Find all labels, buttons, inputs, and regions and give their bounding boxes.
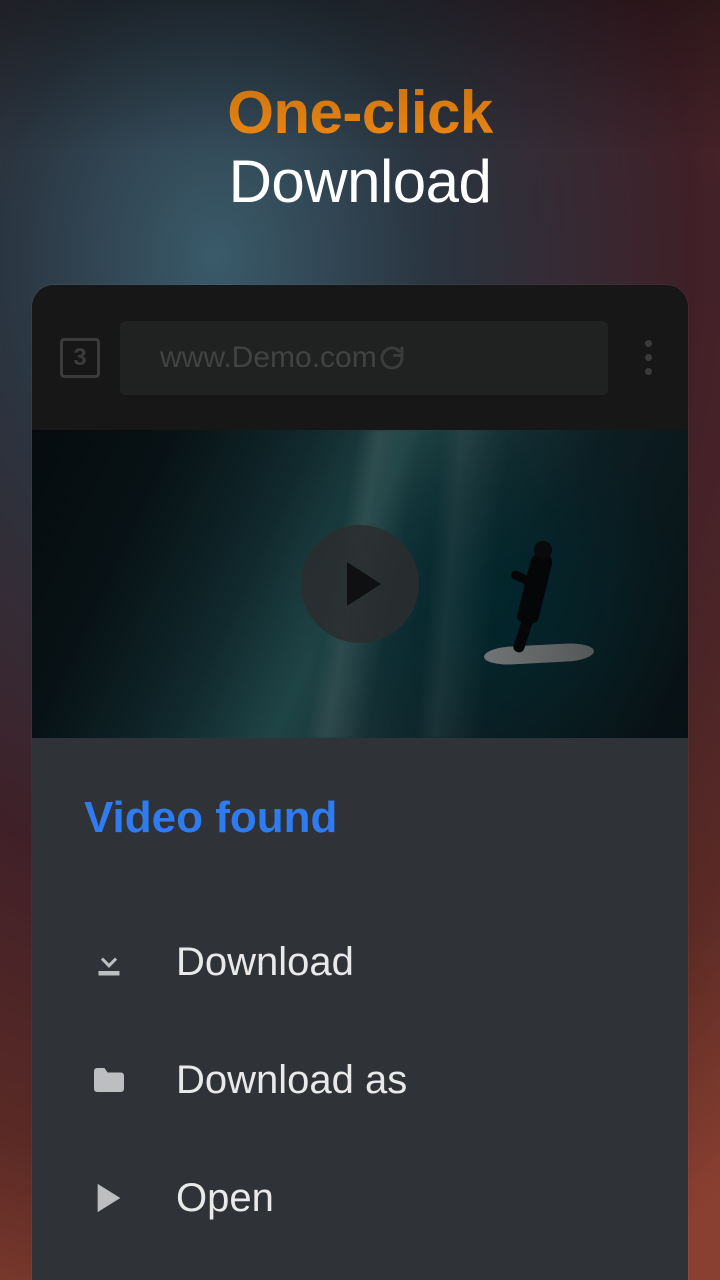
thumbnail-art	[490, 545, 570, 675]
reload-icon[interactable]	[377, 343, 586, 373]
overflow-menu-icon[interactable]	[628, 340, 668, 375]
menu-item-label: Open	[176, 1176, 274, 1221]
folder-icon	[84, 1065, 134, 1095]
menu-item-label: Download as	[176, 1058, 407, 1103]
headline-line2: Download	[0, 147, 720, 216]
app-preview-card: 3 www.Demo.com Video found	[32, 285, 688, 1280]
tab-count-button[interactable]: 3	[60, 338, 100, 378]
download-as-button[interactable]: Download as	[84, 1021, 638, 1139]
headline: One-click Download	[0, 0, 720, 216]
play-icon[interactable]	[301, 525, 419, 643]
action-sheet: Video found Download Download as	[32, 738, 688, 1257]
browser-toolbar: 3 www.Demo.com	[32, 285, 688, 430]
menu-item-label: Download	[176, 940, 354, 985]
headline-line1: One-click	[0, 78, 720, 147]
address-bar[interactable]: www.Demo.com	[120, 321, 608, 395]
download-button[interactable]: Download	[84, 903, 638, 1021]
video-thumbnail[interactable]	[32, 430, 688, 738]
panel-title: Video found	[84, 793, 638, 843]
address-url: www.Demo.com	[160, 341, 377, 375]
open-button[interactable]: Open	[84, 1139, 638, 1257]
download-icon	[84, 944, 134, 980]
play-triangle-icon	[84, 1181, 134, 1215]
